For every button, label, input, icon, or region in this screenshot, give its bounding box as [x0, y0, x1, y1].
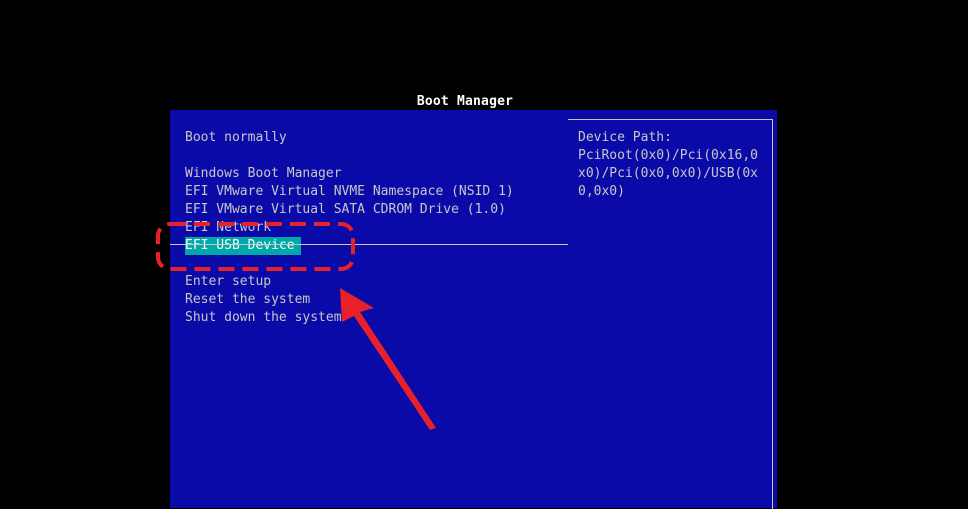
device-path-text: Device Path: PciRoot(0x0)/Pci(0x16,0x0)/… [578, 129, 764, 201]
menu-spacer [184, 147, 515, 165]
menu-item-shut-down[interactable]: Shut down the system [184, 309, 515, 327]
menu-item-windows-boot-manager[interactable]: Windows Boot Manager [184, 165, 515, 183]
selected-item-label: EFI USB Device [185, 237, 301, 255]
boot-manager-panel: Boot normally Windows Boot Manager EFI V… [170, 110, 777, 509]
boot-menu: Boot normally Windows Boot Manager EFI V… [184, 129, 515, 327]
menu-item-efi-network[interactable]: EFI Network [184, 219, 515, 237]
device-path-value: PciRoot(0x0)/Pci(0x16,0x0)/Pci(0x0,0x0)/… [578, 148, 759, 199]
menu-item-efi-usb-device[interactable]: EFI USB Device [184, 237, 515, 255]
menu-item-boot-normally[interactable]: Boot normally [184, 129, 515, 147]
menu-item-efi-nvme[interactable]: EFI VMware Virtual NVME Namespace (NSID … [184, 183, 515, 201]
device-info-pane: Device Path: PciRoot(0x0)/Pci(0x16,0x0)/… [568, 119, 773, 509]
menu-divider [170, 244, 568, 245]
device-path-heading: Device Path: [578, 130, 672, 145]
menu-spacer [184, 255, 515, 273]
menu-item-reset-system[interactable]: Reset the system [184, 291, 515, 309]
page-title: Boot Manager [416, 94, 514, 109]
menu-item-enter-setup[interactable]: Enter setup [184, 273, 515, 291]
menu-item-efi-sata-cdrom[interactable]: EFI VMware Virtual SATA CDROM Drive (1.0… [184, 201, 515, 219]
